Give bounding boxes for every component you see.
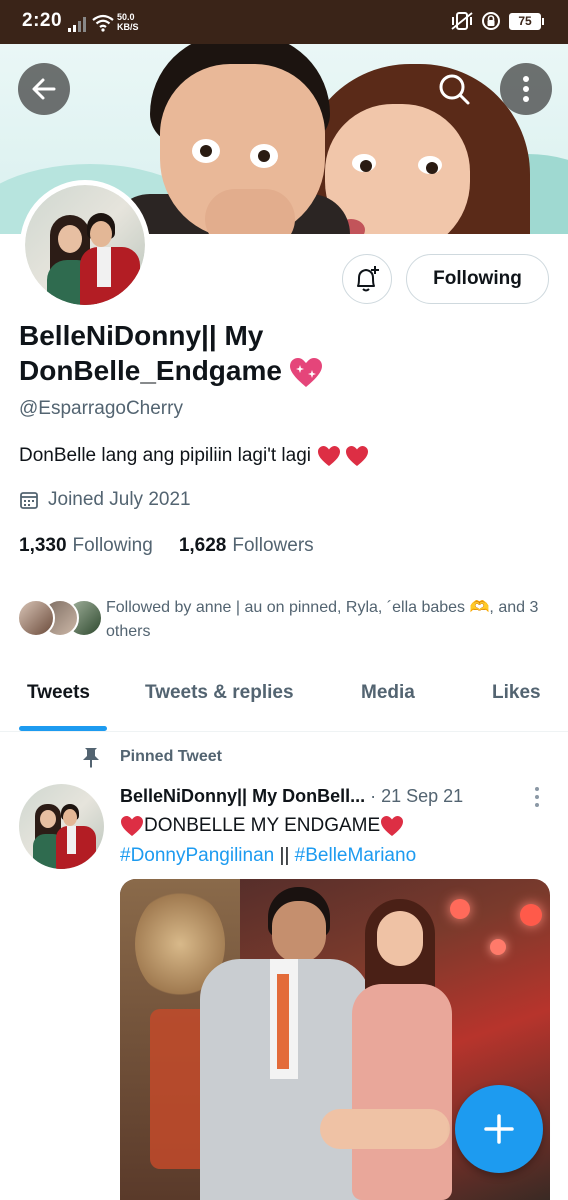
pinned-label-text: Pinned Tweet	[120, 748, 222, 765]
followers-count: 1,628	[178, 535, 227, 556]
profile-counts: 1,330 Following 1,628 Followers	[19, 535, 314, 557]
follower-avatar	[17, 599, 55, 637]
hashtag-separator: ||	[274, 845, 295, 866]
tab-media[interactable]: Media	[361, 682, 415, 704]
status-time: 2:20	[22, 10, 63, 31]
vibrate-icon	[451, 12, 473, 30]
tab-tweets[interactable]: Tweets	[27, 682, 90, 704]
profile-handle: @EsparragoCherry	[19, 398, 183, 419]
tweet-more-button[interactable]	[528, 785, 546, 809]
battery-icon: 75	[509, 12, 544, 30]
followers-label: Followers	[232, 535, 314, 556]
profile-display-name: BelleNiDonny|| My DonBelle_Endgame	[19, 318, 439, 389]
status-right-icons: 75	[451, 11, 544, 31]
network-speed-unit: KB/S	[117, 22, 139, 32]
search-button[interactable]	[428, 63, 480, 115]
tweet-text-body: DONBELLE MY ENDGAME	[144, 815, 381, 836]
network-speed: 50.0 KB/S	[117, 12, 139, 32]
more-vertical-icon	[523, 76, 529, 102]
tweet-text: DONBELLE MY ENDGAME	[120, 815, 404, 837]
plus-icon	[484, 1114, 514, 1144]
compose-tweet-button[interactable]	[455, 1085, 543, 1173]
hashtag-link[interactable]: #BelleMariano	[295, 845, 416, 866]
red-heart-icon	[381, 816, 404, 836]
pinned-tweet-label: Pinned Tweet	[80, 746, 222, 768]
status-bar: 2:20 50.0 KB/S 75	[0, 0, 568, 44]
red-heart-icon	[121, 816, 143, 836]
profile-bio: DonBelle lang ang pipiliin lagi't lagi	[19, 445, 371, 467]
rotation-lock-icon	[482, 12, 500, 30]
followed-by-section[interactable]: Followed by anne | au on pinned, Ryla, ´…	[17, 594, 557, 646]
display-name-text: BelleNiDonny|| My DonBelle_Endgame	[19, 320, 282, 386]
more-options-button[interactable]	[500, 63, 552, 115]
pin-icon	[83, 748, 99, 768]
tab-tweets-and-replies[interactable]: Tweets & replies	[145, 682, 294, 704]
signal-icon	[68, 17, 86, 32]
hashtag-link[interactable]: #DonnyPangilinan	[120, 845, 274, 866]
notifications-bell-button[interactable]	[342, 254, 392, 304]
battery-level: 75	[509, 12, 541, 30]
joined-text: Joined July 2021	[48, 489, 191, 510]
followers-count-link[interactable]: 1,628 Followers	[179, 535, 314, 557]
following-count: 1,330	[19, 535, 67, 556]
tweet-date[interactable]: 21 Sep 21	[381, 786, 463, 806]
profile-avatar[interactable]	[20, 180, 150, 310]
red-hearts-icon	[318, 446, 368, 466]
search-icon	[439, 74, 470, 105]
tweet-header: BelleNiDonny|| My DonBell... · 21 Sep 21	[120, 786, 463, 807]
followed-by-text: Followed by anne | au on pinned, Ryla, ´…	[106, 599, 539, 640]
wifi-icon	[92, 14, 114, 32]
tweet-separator: ·	[365, 786, 382, 806]
tweet-author-name[interactable]: BelleNiDonny|| My DonBell...	[120, 786, 365, 806]
tab-likes[interactable]: Likes	[492, 682, 541, 704]
network-speed-value: 50.0	[117, 12, 135, 22]
bell-plus-icon	[357, 266, 379, 292]
following-button[interactable]: Following	[406, 254, 549, 304]
arrow-left-icon	[32, 78, 56, 100]
profile-tabs: Tweets Tweets & replies Media Likes	[0, 668, 568, 732]
tweet-hashtags: #DonnyPangilinan || #BelleMariano	[120, 845, 416, 867]
active-tab-indicator	[19, 726, 107, 731]
bio-text: DonBelle lang ang pipiliin lagi't lagi	[19, 445, 311, 466]
back-button[interactable]	[18, 63, 70, 115]
sparkling-heart-icon	[289, 357, 322, 387]
tweet-author-avatar[interactable]	[19, 784, 104, 869]
calendar-icon	[20, 492, 38, 509]
following-label: Following	[72, 535, 153, 556]
following-count-link[interactable]: 1,330 Following	[19, 535, 153, 557]
profile-joined-date: Joined July 2021	[19, 489, 191, 511]
